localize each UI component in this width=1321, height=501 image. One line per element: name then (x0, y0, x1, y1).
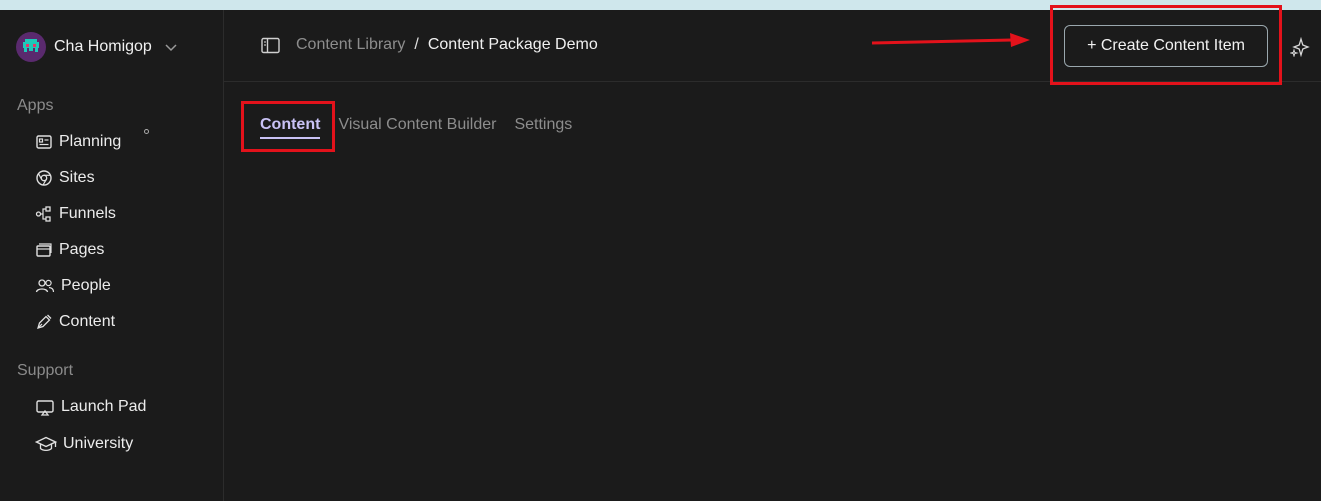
sidebar-item-launch-pad[interactable]: Launch Pad (35, 395, 146, 419)
avatar (16, 32, 46, 62)
sidebar-panel-icon (261, 37, 280, 54)
sidebar-item-label: Funnels (59, 205, 116, 222)
sidebar-item-funnels[interactable]: Funnels (35, 202, 116, 226)
workspace-name: Cha Homigop (54, 38, 152, 55)
sidebar-item-label: People (61, 277, 111, 294)
pixel-avatar-icon (23, 39, 39, 52)
sidebar-item-label: Planning (59, 133, 122, 150)
sparkle-icon (1289, 36, 1310, 58)
browser-top-strip (0, 0, 1321, 10)
sidebar-item-content[interactable]: Content (35, 310, 115, 334)
pen-icon (37, 314, 52, 329)
sidebar: Cha Homigop Apps Planning Sites Funnels … (0, 10, 224, 501)
sidebar-item-label: Content (59, 313, 116, 330)
breadcrumb-content-library[interactable]: Content Library (296, 36, 405, 54)
tab-bar: Content Visual Content Builder Settings (260, 116, 572, 139)
page-header: Content Library / Content Package Demo +… (224, 10, 1321, 82)
create-content-item-button[interactable]: + Create Content Item (1064, 25, 1268, 67)
launch-pad-icon (36, 400, 54, 416)
breadcrumb: Content Library / Content Package Demo (296, 36, 598, 54)
sidebar-item-label: Sites (59, 169, 95, 186)
sidebar-item-planning[interactable]: Planning (35, 130, 121, 154)
planning-icon (36, 135, 52, 149)
ai-assistant-button[interactable] (1289, 36, 1310, 62)
annotation-arrow-icon (871, 33, 1030, 47)
main-area: Content Library / Content Package Demo +… (224, 5, 1321, 501)
tab-settings[interactable]: Settings (514, 116, 572, 139)
tab-visual-content-builder[interactable]: Visual Content Builder (338, 116, 496, 139)
pages-icon (36, 243, 52, 257)
page-title: Content Package Demo (427, 36, 598, 53)
section-label-apps: Apps (17, 97, 54, 114)
chevron-down-icon (165, 44, 177, 52)
sidebar-item-label: Launch Pad (61, 398, 147, 415)
sidebar-item-people[interactable]: People (35, 274, 111, 298)
sidebar-item-label: University (63, 435, 134, 452)
cursor-dot (144, 129, 149, 134)
sidebar-item-label: Pages (59, 241, 105, 258)
funnel-icon (35, 206, 51, 222)
sidebar-toggle-button[interactable] (261, 37, 280, 59)
app-shell: Cha Homigop Apps Planning Sites Funnels … (0, 5, 1321, 501)
people-icon (35, 279, 55, 293)
sidebar-item-sites[interactable]: Sites (35, 166, 95, 190)
chrome-icon (36, 170, 52, 186)
sidebar-item-university[interactable]: University (35, 432, 133, 456)
tab-content[interactable]: Content (260, 116, 321, 139)
sidebar-item-pages[interactable]: Pages (35, 238, 104, 262)
breadcrumb-separator: / (414, 36, 419, 53)
graduation-cap-icon (35, 436, 57, 452)
section-label-support: Support (17, 362, 74, 379)
workspace-switcher[interactable]: Cha Homigop (16, 32, 178, 62)
